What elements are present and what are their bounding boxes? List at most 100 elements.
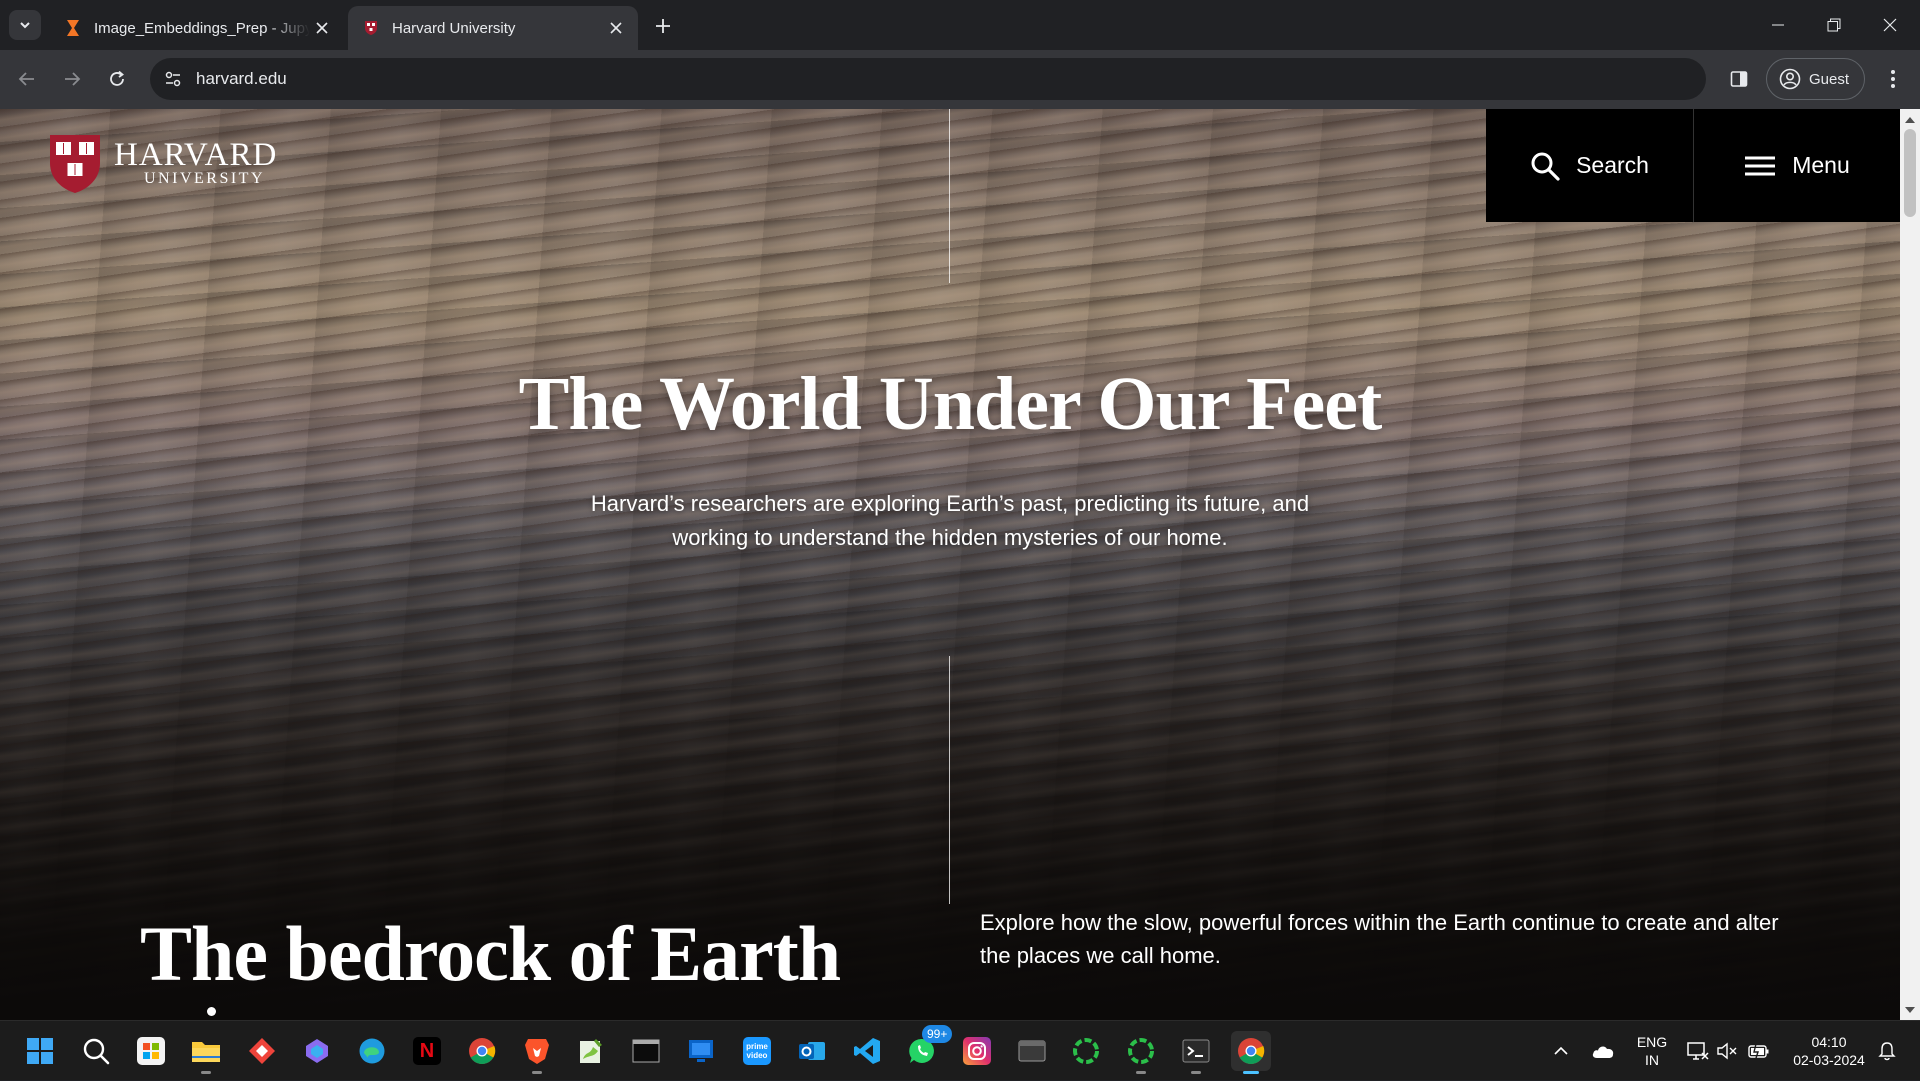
taskbar-window-app[interactable] (1012, 1031, 1052, 1071)
taskbar-chrome-active[interactable] (1231, 1031, 1271, 1074)
browser-menu-button[interactable] (1876, 62, 1910, 96)
scroll-up-arrow-icon[interactable] (1900, 111, 1920, 128)
netflix-icon: N (413, 1037, 441, 1065)
vscode-icon (854, 1038, 880, 1064)
show-hidden-icons-button[interactable] (1548, 1021, 1574, 1081)
taskbar-spinner-app-2[interactable] (1121, 1031, 1161, 1074)
tab-strip: Image_Embeddings_Prep - Jupy Harvard Uni… (0, 0, 1920, 50)
profile-button[interactable]: Guest (1766, 58, 1865, 100)
taskbar-anydesk[interactable] (242, 1031, 282, 1071)
address-bar[interactable]: harvard.edu (150, 58, 1706, 100)
close-icon (1883, 18, 1897, 32)
forward-button[interactable] (55, 62, 89, 96)
windows-logo-icon (27, 1038, 53, 1064)
taskbar-whatsapp[interactable]: 99+ (902, 1025, 953, 1071)
page-scrollbar[interactable] (1900, 109, 1920, 1020)
taskbar-edge[interactable] (352, 1031, 392, 1071)
folder-icon (192, 1042, 220, 1062)
chevron-up-icon (1554, 1046, 1568, 1055)
site-settings-icon[interactable] (160, 66, 186, 92)
close-tab-icon[interactable] (604, 16, 628, 40)
anydesk-icon (249, 1038, 275, 1064)
start-button[interactable] (20, 1031, 60, 1071)
running-indicator (1136, 1071, 1146, 1074)
taskbar-prime-video[interactable]: prime video (737, 1031, 777, 1071)
search-icon (83, 1038, 110, 1065)
hero-subtitle: Harvard’s researchers are exploring Eart… (590, 491, 1310, 550)
taskbar-chrome[interactable] (462, 1031, 502, 1071)
logo-wordmark: HARVARD UNIVERSITY (114, 137, 278, 188)
clock[interactable]: 04:10 02-03-2024 (1784, 1021, 1874, 1081)
menu-label: Menu (1792, 152, 1850, 178)
ring-icon (1073, 1038, 1099, 1064)
brave-icon (525, 1039, 549, 1064)
hourglass-icon (64, 19, 82, 37)
language-line2: IN (1645, 1052, 1659, 1068)
menu-button[interactable]: Menu (1694, 109, 1900, 222)
language-indicator[interactable]: ENG IN (1630, 1021, 1674, 1081)
cloud-icon (1592, 1046, 1614, 1058)
taskbar-instagram[interactable] (957, 1031, 997, 1071)
clock-text: 04:10 02-03-2024 (1793, 1033, 1865, 1069)
chrome-icon (1238, 1038, 1265, 1065)
tab-title: Image_Embeddings_Prep - Jupy (94, 19, 310, 37)
harvard-logo[interactable]: HARVARD UNIVERSITY (48, 133, 277, 195)
search-icon (1530, 151, 1560, 181)
harvard-shield-icon (50, 135, 100, 193)
plus-icon (656, 19, 670, 33)
outlook-icon (799, 1042, 825, 1060)
bell-icon (1878, 1042, 1896, 1061)
section-title: The bedrock of Earth (140, 910, 841, 997)
tab-jupyter[interactable]: Image_Embeddings_Prep - Jupy (50, 6, 344, 50)
notepad-plus-icon (580, 1039, 602, 1063)
back-button[interactable] (10, 62, 44, 96)
scroll-down-arrow-icon[interactable] (1900, 1001, 1920, 1018)
taskbar-brave[interactable] (517, 1031, 557, 1074)
taskbar-spinner-app[interactable] (1066, 1031, 1106, 1071)
minimize-icon (1772, 24, 1784, 26)
taskbar-store[interactable] (131, 1031, 171, 1071)
taskbar-file-explorer[interactable] (186, 1031, 226, 1074)
chrome-icon (469, 1038, 496, 1065)
taskbar-search-button[interactable] (76, 1031, 116, 1071)
tab-harvard[interactable]: Harvard University (348, 6, 638, 50)
close-tab-icon[interactable] (310, 16, 334, 40)
terminal-window-icon (632, 1039, 660, 1063)
running-indicator (201, 1071, 211, 1074)
notifications-button[interactable] (1874, 1021, 1900, 1081)
network-button[interactable] (1684, 1021, 1712, 1081)
scrollbar-thumb[interactable] (1904, 129, 1916, 217)
tab-search-button[interactable] (9, 10, 41, 40)
notification-badge: 99+ (922, 1025, 953, 1043)
more-vert-icon (1891, 70, 1895, 88)
account-circle-icon (1779, 68, 1801, 90)
reload-button[interactable] (100, 62, 134, 96)
taskbar-vscode[interactable] (847, 1031, 887, 1071)
windows-app-icon (689, 1040, 713, 1062)
taskbar-outlook[interactable] (792, 1031, 832, 1071)
battery-button[interactable] (1744, 1021, 1774, 1081)
onedrive-button[interactable] (1586, 1021, 1620, 1081)
close-window-button[interactable] (1862, 0, 1918, 50)
search-button[interactable]: Search (1486, 109, 1694, 222)
taskbar-windows-app[interactable] (681, 1031, 721, 1071)
logo-line1: HARVARD (114, 137, 278, 173)
new-tab-button[interactable] (650, 13, 676, 39)
side-panel-icon (1730, 71, 1748, 87)
taskbar-notepad-plus[interactable] (571, 1031, 611, 1071)
restore-button[interactable] (1806, 0, 1862, 50)
taskbar-terminal[interactable] (1176, 1031, 1216, 1074)
hero-title: The World Under Our Feet (518, 362, 1383, 446)
volume-button[interactable] (1714, 1021, 1740, 1081)
taskbar-netflix[interactable]: N (407, 1031, 447, 1071)
minimize-button[interactable] (1750, 0, 1806, 50)
hero-rock-image (0, 109, 1900, 1020)
taskbar-cmd[interactable] (626, 1031, 666, 1071)
profile-label: Guest (1809, 70, 1850, 88)
language-line1: ENG (1636, 1034, 1668, 1050)
side-panel-button[interactable] (1722, 62, 1756, 96)
url-text[interactable]: harvard.edu (196, 58, 287, 100)
arrow-left-icon (18, 72, 34, 86)
clock-time: 04:10 (1811, 1034, 1847, 1050)
taskbar-copilot[interactable] (297, 1031, 337, 1071)
